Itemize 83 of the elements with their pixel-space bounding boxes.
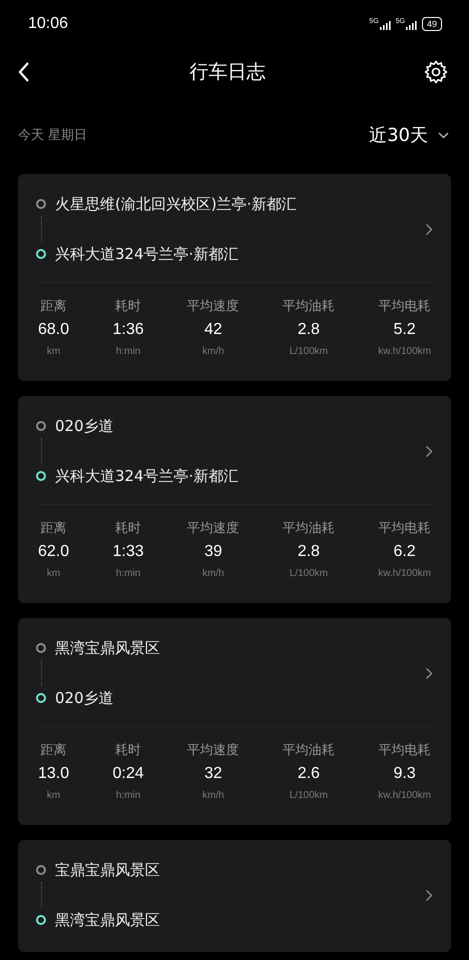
- stat-value: 5.2: [393, 320, 416, 340]
- battery-level: 49: [426, 19, 437, 29]
- range-dropdown[interactable]: 近30天: [369, 123, 449, 147]
- stat-label: 平均油耗: [282, 520, 335, 538]
- chevron-right-icon[interactable]: [425, 222, 433, 236]
- stat-unit: km/h: [202, 567, 224, 581]
- start-dot-icon: [36, 199, 46, 209]
- signal-icon: [380, 18, 391, 30]
- stat-unit: h:min: [116, 567, 140, 581]
- signal-icon: [406, 18, 417, 30]
- stat-label: 平均油耗: [282, 742, 335, 760]
- stat-value: 9.3: [393, 764, 416, 784]
- stat-unit: km: [46, 789, 60, 803]
- stat-label: 距离: [40, 298, 67, 316]
- back-icon[interactable]: [17, 61, 31, 83]
- start-dot-icon: [36, 865, 46, 875]
- stat-label: 平均速度: [187, 298, 240, 316]
- stat-value: 1:36: [112, 320, 144, 340]
- page-title: 行车日志: [190, 60, 266, 85]
- stat-value: 62.0: [38, 542, 70, 562]
- stat-value: 32: [204, 764, 222, 784]
- end-dot-icon: [36, 471, 46, 481]
- stat-unit: L/100km: [290, 345, 328, 359]
- stat-value: 13.0: [38, 764, 70, 784]
- end-dot-icon: [36, 249, 46, 259]
- end-location: 黑湾宝鼎风景区: [55, 910, 160, 931]
- stat-unit: h:min: [116, 345, 140, 359]
- stat-unit: kw.h/100km: [378, 567, 431, 581]
- start-dot-icon: [36, 421, 46, 431]
- settings-icon[interactable]: [424, 60, 448, 84]
- start-location: 020乡道: [55, 416, 114, 437]
- trip-card[interactable]: 黑湾宝鼎风景区 020乡道 距离 13.0 km 耗时 0:24 h:min 平均速度 32 km/h 平均油耗 2.6 L/100km 平均电耗 9.3 kw.h/100km: [18, 618, 451, 825]
- stat-label: 距离: [40, 742, 67, 760]
- stat-unit: km: [46, 567, 60, 581]
- trip-card[interactable]: 火星思维(渝北回兴校区)兰亭·新都汇 兴科大道324号兰亭·新都汇 距离 68.0 km 耗时 1:36 h:min 平均速度 42 km/h 平均油耗 2.8 L/100km 平均电耗 5.2 kw.h/100km: [18, 174, 451, 381]
- stat-unit: L/100km: [290, 789, 328, 803]
- trip-card[interactable]: 020乡道 兴科大道324号兰亭·新都汇 距离 62.0 km 耗时 1:33 h:min 平均速度 39 km/h 平均油耗 2.8 L/100km 平均电耗 6.2 kw.h/100km: [18, 396, 451, 603]
- stat-label: 平均速度: [187, 742, 240, 760]
- stat-label: 平均速度: [187, 520, 240, 538]
- route-connector: [40, 660, 42, 686]
- start-dot-icon: [36, 643, 46, 653]
- stat-value: 0:24: [112, 764, 144, 784]
- stat-value: 2.8: [298, 542, 320, 562]
- stat-unit: L/100km: [290, 567, 328, 581]
- stat-label: 耗时: [115, 742, 142, 760]
- stat-value: 39: [204, 542, 222, 562]
- end-location: 兴科大道324号兰亭·新都汇: [55, 466, 238, 487]
- stat-unit: km: [46, 345, 60, 359]
- status-time: 10:06: [28, 15, 68, 33]
- stat-value: 68.0: [38, 320, 70, 340]
- stat-value: 6.2: [393, 542, 416, 562]
- trip-card[interactable]: 宝鼎宝鼎风景区 黑湾宝鼎风景区: [18, 840, 451, 952]
- stat-unit: km/h: [202, 789, 224, 803]
- stat-label: 耗时: [115, 298, 142, 316]
- stat-value: 2.8: [298, 320, 320, 340]
- route-connector: [40, 216, 42, 242]
- caret-icon: [438, 132, 449, 138]
- end-location: 兴科大道324号兰亭·新都汇: [55, 244, 238, 265]
- stat-value: 42: [204, 320, 222, 340]
- stat-label: 平均电耗: [378, 520, 431, 538]
- chevron-right-icon[interactable]: [425, 666, 433, 680]
- stat-label: 平均油耗: [282, 298, 335, 316]
- stat-unit: kw.h/100km: [378, 345, 431, 359]
- chevron-right-icon[interactable]: [425, 444, 433, 458]
- date-label: 今天 星期日: [18, 127, 88, 144]
- stat-value: 1:33: [112, 542, 144, 562]
- end-dot-icon: [36, 693, 46, 703]
- stat-unit: kw.h/100km: [378, 789, 431, 803]
- stat-unit: km/h: [202, 345, 224, 359]
- end-location: 020乡道: [55, 688, 114, 709]
- stat-label: 平均电耗: [378, 742, 431, 760]
- stat-label: 耗时: [115, 520, 142, 538]
- stat-value: 2.6: [298, 764, 320, 784]
- chevron-right-icon[interactable]: [425, 888, 433, 902]
- start-location: 宝鼎宝鼎风景区: [55, 860, 160, 881]
- route-connector: [40, 882, 42, 908]
- start-location: 黑湾宝鼎风景区: [55, 638, 160, 659]
- stat-unit: h:min: [116, 789, 140, 803]
- route-connector: [40, 438, 42, 464]
- stat-label: 距离: [40, 520, 67, 538]
- start-location: 火星思维(渝北回兴校区)兰亭·新都汇: [55, 194, 296, 215]
- end-dot-icon: [36, 915, 46, 925]
- stat-label: 平均电耗: [378, 298, 431, 316]
